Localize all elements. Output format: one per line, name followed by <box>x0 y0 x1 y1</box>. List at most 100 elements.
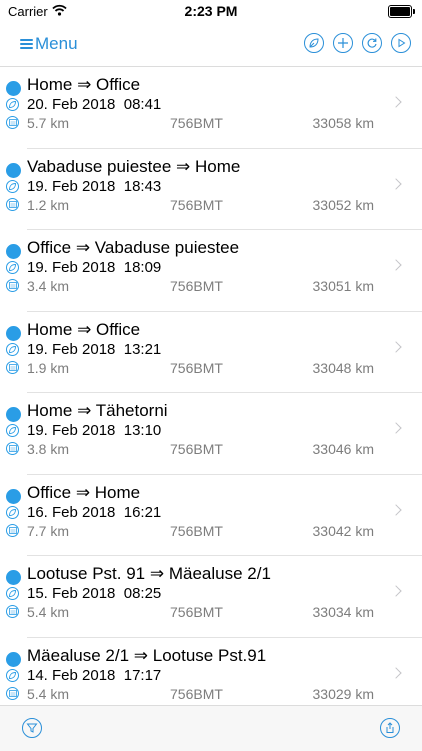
trip-row[interactable]: Home ⇒ Office 19. Feb 2018 13:21 1.9 km … <box>0 312 422 394</box>
filter-icon <box>26 723 38 733</box>
odometer-reading: 33058 km <box>312 115 374 131</box>
odometer-icon <box>6 605 19 618</box>
trip-distance: 3.4 km <box>27 278 70 294</box>
vehicle-plate: 756BMT <box>170 278 223 294</box>
trip-date: 19. Feb 2018 18:09 <box>27 259 162 276</box>
odometer-icon <box>6 116 19 129</box>
odometer-reading: 33029 km <box>312 685 374 702</box>
chevron-right-icon <box>390 340 402 353</box>
trip-status-dot <box>6 651 21 667</box>
odometer-reading: 33048 km <box>312 359 374 376</box>
odometer-icon <box>6 523 19 537</box>
trip-date: 19. Feb 2018 13:10 <box>27 422 162 439</box>
refresh-button[interactable] <box>362 33 382 53</box>
odometer-icon <box>6 686 19 700</box>
car-icon <box>6 261 19 274</box>
odometer-reading: 33042 km <box>312 522 374 539</box>
trip-date: 20. Feb 2018 08:41 <box>27 96 162 113</box>
odometer-reading: 33046 km <box>312 441 374 457</box>
trip-route: Mäealuse 2/1 ⇒ Lootuse Pst.91 <box>27 645 267 665</box>
car-icon <box>6 179 19 193</box>
trip-row[interactable]: Home ⇒ Tähetorni 19. Feb 2018 13:10 3.8 … <box>0 393 422 475</box>
trip-date: 16. Feb 2018 16:21 <box>27 503 162 521</box>
navigation-bar: Menu <box>0 24 422 67</box>
trip-distance: 5.4 km <box>27 604 70 620</box>
odometer-reading: 33052 km <box>312 196 374 213</box>
play-button[interactable] <box>391 33 411 53</box>
chevron-right-icon <box>390 503 402 516</box>
trip-row[interactable]: Lootuse Pst. 91 ⇒ Mäealuse 2/1 15. Feb 2… <box>0 556 422 638</box>
vehicle-plate: 756BMT <box>170 522 223 539</box>
chevron-right-icon <box>390 177 402 190</box>
chevron-right-icon <box>390 666 402 679</box>
car-icon <box>6 505 19 519</box>
bottom-toolbar <box>0 705 422 751</box>
trip-status-dot <box>6 81 21 96</box>
car-icon <box>6 98 19 111</box>
filter-button[interactable] <box>22 718 42 738</box>
odometer-icon <box>6 279 19 292</box>
trip-date: 19. Feb 2018 13:21 <box>27 340 162 358</box>
odometer-icon <box>6 197 19 211</box>
vehicle-plate: 756BMT <box>170 359 223 376</box>
trip-distance: 7.7 km <box>27 522 70 539</box>
trip-route: Vabaduse puiestee ⇒ Home <box>27 156 241 176</box>
chevron-right-icon <box>390 585 402 597</box>
car-icon <box>6 342 19 356</box>
status-time: 2:23 PM <box>184 3 238 19</box>
trip-route: Office ⇒ Home <box>27 482 141 502</box>
leaf-icon[interactable] <box>304 33 324 53</box>
trip-route: Home ⇒ Tähetorni <box>27 401 168 420</box>
refresh-icon <box>367 38 377 48</box>
trip-row[interactable]: Mäealuse 2/1 ⇒ Lootuse Pst.91 14. Feb 20… <box>0 638 422 706</box>
vehicle-plate: 756BMT <box>170 441 223 457</box>
menu-label: Menu <box>35 34 78 53</box>
status-bar: Carrier 2:23 PM <box>0 0 422 24</box>
trip-distance: 5.4 km <box>27 685 70 702</box>
trip-route: Office ⇒ Vabaduse puiestee <box>27 238 240 257</box>
odometer-icon <box>6 442 19 455</box>
car-icon <box>6 668 19 682</box>
trip-status-dot <box>6 488 21 504</box>
trip-status-dot <box>6 162 21 178</box>
odometer-icon <box>6 360 19 374</box>
play-icon <box>398 38 406 48</box>
vehicle-plate: 756BMT <box>170 604 223 620</box>
trip-status-dot <box>6 407 21 422</box>
vehicle-plate: 756BMT <box>170 685 223 702</box>
trip-distance: 1.9 km <box>27 359 70 376</box>
odometer-reading: 33034 km <box>312 604 374 620</box>
share-button[interactable] <box>380 718 400 738</box>
hamburger-icon <box>20 37 33 51</box>
menu-button[interactable]: Menu <box>20 34 78 54</box>
chevron-right-icon <box>390 422 402 434</box>
trip-date: 19. Feb 2018 18:43 <box>27 177 162 195</box>
trip-row[interactable]: Vabaduse puiestee ⇒ Home 19. Feb 2018 18… <box>0 149 422 231</box>
trip-list: Home ⇒ Office 20. Feb 2018 08:41 5.7 km … <box>0 67 422 705</box>
trip-date: 14. Feb 2018 17:17 <box>27 666 162 684</box>
trip-row[interactable]: Home ⇒ Office 20. Feb 2018 08:41 5.7 km … <box>0 67 422 149</box>
trip-row[interactable]: Office ⇒ Home 16. Feb 2018 16:21 7.7 km … <box>0 475 422 557</box>
share-icon <box>386 722 394 733</box>
trip-distance: 1.2 km <box>27 196 70 213</box>
vehicle-plate: 756BMT <box>170 115 223 131</box>
trip-status-dot <box>6 325 21 341</box>
car-icon <box>6 424 19 437</box>
trip-distance: 3.8 km <box>27 441 70 457</box>
battery-icon <box>388 5 415 18</box>
vehicle-plate: 756BMT <box>170 196 223 213</box>
trip-status-dot <box>6 570 21 585</box>
trip-status-dot <box>6 244 21 259</box>
trip-distance: 5.7 km <box>27 115 70 131</box>
trip-route: Home ⇒ Office <box>27 319 141 339</box>
add-trip-button[interactable] <box>333 33 353 53</box>
car-icon <box>6 587 19 600</box>
trip-row[interactable]: Office ⇒ Vabaduse puiestee 19. Feb 2018 … <box>0 230 422 312</box>
odometer-reading: 33051 km <box>312 278 374 294</box>
chevron-right-icon <box>390 259 402 271</box>
chevron-right-icon <box>390 96 402 108</box>
plus-icon <box>338 38 348 48</box>
trip-route: Home ⇒ Office <box>27 75 141 94</box>
trip-date: 15. Feb 2018 08:25 <box>27 585 162 602</box>
trip-route: Lootuse Pst. 91 ⇒ Mäealuse 2/1 <box>27 564 271 583</box>
